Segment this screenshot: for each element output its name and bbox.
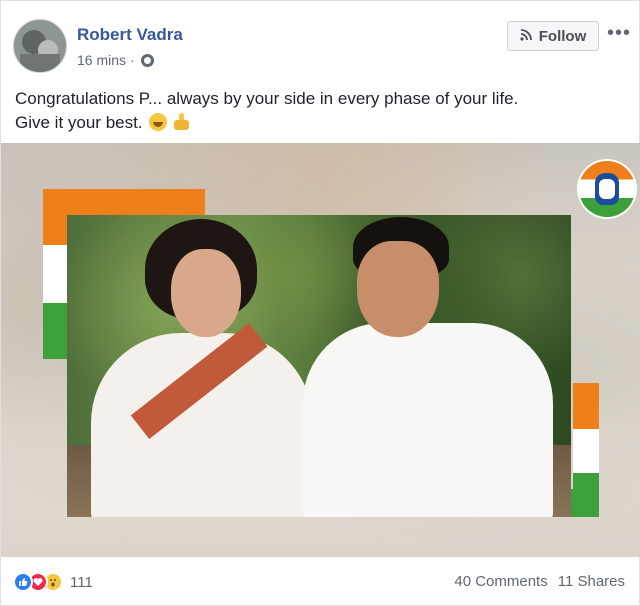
tricolor-stripe-saffron-top [43, 189, 205, 215]
rss-icon [520, 28, 533, 44]
post-meta: 16 mins · [77, 52, 154, 68]
globe-icon[interactable] [140, 53, 154, 67]
follow-button[interactable]: Follow [507, 21, 599, 51]
reactions-summary[interactable]: 111 [13, 572, 93, 592]
tricolor-stripe-saffron-left [43, 215, 69, 245]
meta-separator: · [130, 52, 135, 68]
tricolor-stripe-saffron-right [573, 383, 599, 429]
author-name[interactable]: Robert Vadra [77, 25, 183, 45]
follow-label: Follow [538, 27, 587, 45]
post-text: Congratulations P... always by your side… [15, 87, 625, 135]
facebook-post: Robert Vadra 16 mins · Follow ••• Congra… [0, 0, 640, 606]
couple-photo [67, 215, 571, 517]
smile-icon [149, 113, 168, 131]
post-image[interactable] [1, 143, 640, 557]
author-avatar[interactable] [13, 19, 67, 73]
hand-symbol-icon [595, 173, 619, 205]
post-time[interactable]: 16 mins [77, 52, 126, 68]
thumbs-up-icon [174, 113, 190, 131]
like-icon [13, 572, 33, 592]
post-text-line-2: Give it your best. [15, 111, 625, 135]
reaction-count[interactable]: 111 [70, 574, 93, 591]
man-figure [303, 323, 553, 517]
comments-link[interactable]: 40 Comments [454, 573, 547, 590]
post-text-line-1: Congratulations P... always by your side… [15, 89, 519, 108]
woman-face [171, 249, 241, 337]
more-options-icon[interactable]: ••• [607, 23, 631, 43]
engagement-links: 40 Comments 11 Shares [454, 573, 625, 590]
shares-link[interactable]: 11 Shares [558, 573, 625, 590]
man-face [357, 241, 439, 337]
post-text-line-2-text: Give it your best. [15, 113, 143, 132]
tricolor-stripe-green-left [43, 303, 69, 359]
party-logo-icon [579, 161, 635, 217]
